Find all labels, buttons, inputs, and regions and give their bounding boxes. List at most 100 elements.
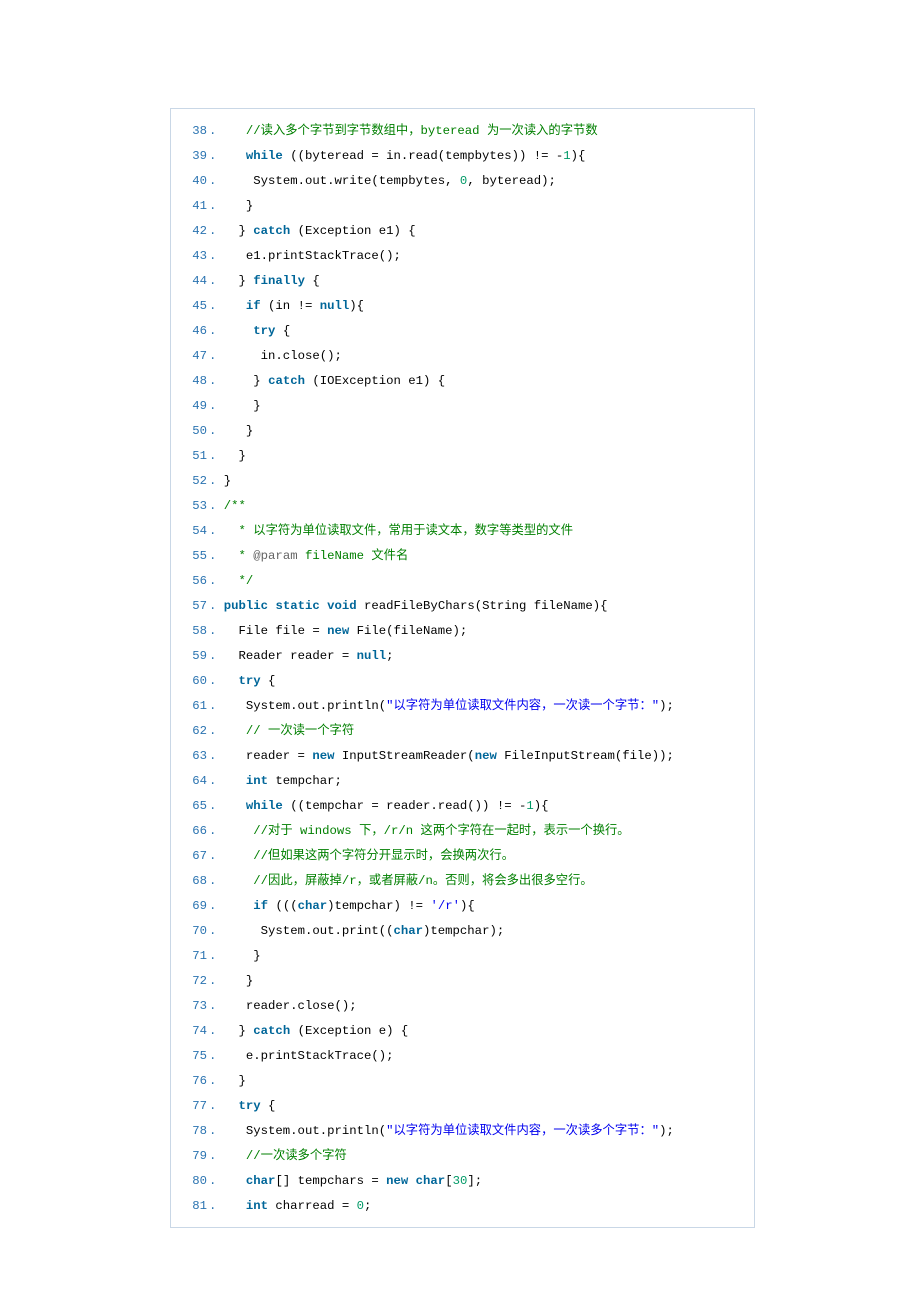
code-content: } catch (Exception e) { xyxy=(224,1019,409,1044)
token-p: { xyxy=(275,324,290,338)
token-cmt: //读入多个字节到字节数组中，byteread 为一次读入的字节数 xyxy=(246,124,598,138)
token-kw: void xyxy=(327,599,357,613)
code-content: * 以字符为单位读取文件，常用于读文本，数字等类型的文件 xyxy=(224,519,573,544)
token-p: ){ xyxy=(349,299,364,313)
line-number-dot: . xyxy=(209,919,224,944)
token-p: )tempchar) != xyxy=(327,899,430,913)
token-w xyxy=(224,399,254,413)
token-num: 0 xyxy=(357,1199,364,1213)
code-line: 68. //因此，屏蔽掉/r，或者屏蔽/n。否则，将会多出很多空行。 xyxy=(181,869,748,894)
token-cmt: */ xyxy=(239,574,254,588)
token-w xyxy=(224,174,254,188)
token-cmt: //因此，屏蔽掉/r，或者屏蔽/n。否则，将会多出很多空行。 xyxy=(253,874,592,888)
line-number-dot: . xyxy=(209,719,224,744)
token-cmt: //但如果这两个字符分开显示时，会换两次行。 xyxy=(253,849,514,863)
code-line: 57. public static void readFileByChars(S… xyxy=(181,594,748,619)
code-line: 54. * 以字符为单位读取文件，常用于读文本，数字等类型的文件 xyxy=(181,519,748,544)
code-line: 60. try { xyxy=(181,669,748,694)
line-number: 57 xyxy=(181,594,209,619)
token-p: reader = xyxy=(246,749,312,763)
token-p: { xyxy=(305,274,320,288)
token-p: } xyxy=(239,224,254,238)
code-line: 41. } xyxy=(181,194,748,219)
line-number-dot: . xyxy=(209,419,224,444)
code-line: 80. char[] tempchars = new char[30]; xyxy=(181,1169,748,1194)
code-content: System.out.println("以字符为单位读取文件内容，一次读多个字节… xyxy=(224,1119,674,1144)
code-line: 45. if (in != null){ xyxy=(181,294,748,319)
code-line: 63. reader = new InputStreamReader(new F… xyxy=(181,744,748,769)
line-number: 76 xyxy=(181,1069,209,1094)
token-p: Reader reader = xyxy=(239,649,357,663)
token-p: [ xyxy=(445,1174,452,1188)
token-kw: new xyxy=(386,1174,408,1188)
line-number: 46 xyxy=(181,319,209,344)
code-content: try { xyxy=(224,669,276,694)
token-p: { xyxy=(261,1099,276,1113)
line-number-dot: . xyxy=(209,394,224,419)
code-line: 71. } xyxy=(181,944,748,969)
code-line: 73. reader.close(); xyxy=(181,994,748,1019)
token-w xyxy=(224,949,254,963)
token-w xyxy=(224,274,239,288)
line-number-dot: . xyxy=(209,669,224,694)
code-content: char[] tempchars = new char[30]; xyxy=(224,1169,482,1194)
token-w xyxy=(224,899,254,913)
token-kw: char xyxy=(416,1174,446,1188)
line-number: 77 xyxy=(181,1094,209,1119)
token-p: ){ xyxy=(534,799,549,813)
line-number: 38 xyxy=(181,119,209,144)
token-kw: new xyxy=(327,624,349,638)
token-p: } xyxy=(253,374,268,388)
line-number-dot: . xyxy=(209,369,224,394)
token-w xyxy=(224,1124,246,1138)
code-content: //读入多个字节到字节数组中，byteread 为一次读入的字节数 xyxy=(224,119,598,144)
line-number-dot: . xyxy=(209,869,224,894)
line-number-dot: . xyxy=(209,844,224,869)
token-p: } xyxy=(239,274,254,288)
code-content: Reader reader = null; xyxy=(224,644,394,669)
line-number: 66 xyxy=(181,819,209,844)
token-str: "以字符为单位读取文件内容，一次读一个字节：" xyxy=(386,699,659,713)
token-p: ); xyxy=(659,1124,674,1138)
token-kw: int xyxy=(246,774,268,788)
token-w xyxy=(224,199,246,213)
code-content: e1.printStackTrace(); xyxy=(224,244,401,269)
token-kw: if xyxy=(253,899,268,913)
code-content: e.printStackTrace(); xyxy=(224,1044,394,1069)
code-content: } xyxy=(224,469,231,494)
line-number-dot: . xyxy=(209,469,224,494)
line-number: 72 xyxy=(181,969,209,994)
code-content: //一次读多个字符 xyxy=(224,1144,347,1169)
token-kw: while xyxy=(246,149,283,163)
token-w xyxy=(224,574,239,588)
code-line: 67. //但如果这两个字符分开显示时，会换两次行。 xyxy=(181,844,748,869)
token-w xyxy=(224,424,246,438)
token-p: ); xyxy=(659,699,674,713)
token-w xyxy=(224,1074,239,1088)
line-number: 68 xyxy=(181,869,209,894)
token-w xyxy=(224,874,254,888)
token-p: System.out.print(( xyxy=(261,924,394,938)
token-p: } xyxy=(253,949,260,963)
code-line: 50. } xyxy=(181,419,748,444)
token-cmt: //一次读多个字符 xyxy=(246,1149,347,1163)
token-p: } xyxy=(224,474,231,488)
line-number-dot: . xyxy=(209,269,224,294)
line-number-dot: . xyxy=(209,169,224,194)
token-kw: if xyxy=(246,299,261,313)
token-w xyxy=(224,299,246,313)
code-content: } finally { xyxy=(224,269,320,294)
token-p: File(fileName); xyxy=(349,624,467,638)
token-w xyxy=(224,974,246,988)
code-content: while ((tempchar = reader.read()) != -1)… xyxy=(224,794,549,819)
token-w xyxy=(224,324,254,338)
code-content: //对于 windows 下，/r/n 这两个字符在一起时，表示一个换行。 xyxy=(224,819,630,844)
code-line: 66. //对于 windows 下，/r/n 这两个字符在一起时，表示一个换行… xyxy=(181,819,748,844)
token-p: charread = xyxy=(268,1199,357,1213)
line-number-dot: . xyxy=(209,494,224,519)
code-content: int charread = 0; xyxy=(224,1194,372,1219)
code-line: 52. } xyxy=(181,469,748,494)
code-line: 51. } xyxy=(181,444,748,469)
code-line: 65. while ((tempchar = reader.read()) !=… xyxy=(181,794,748,819)
code-content: //因此，屏蔽掉/r，或者屏蔽/n。否则，将会多出很多空行。 xyxy=(224,869,593,894)
